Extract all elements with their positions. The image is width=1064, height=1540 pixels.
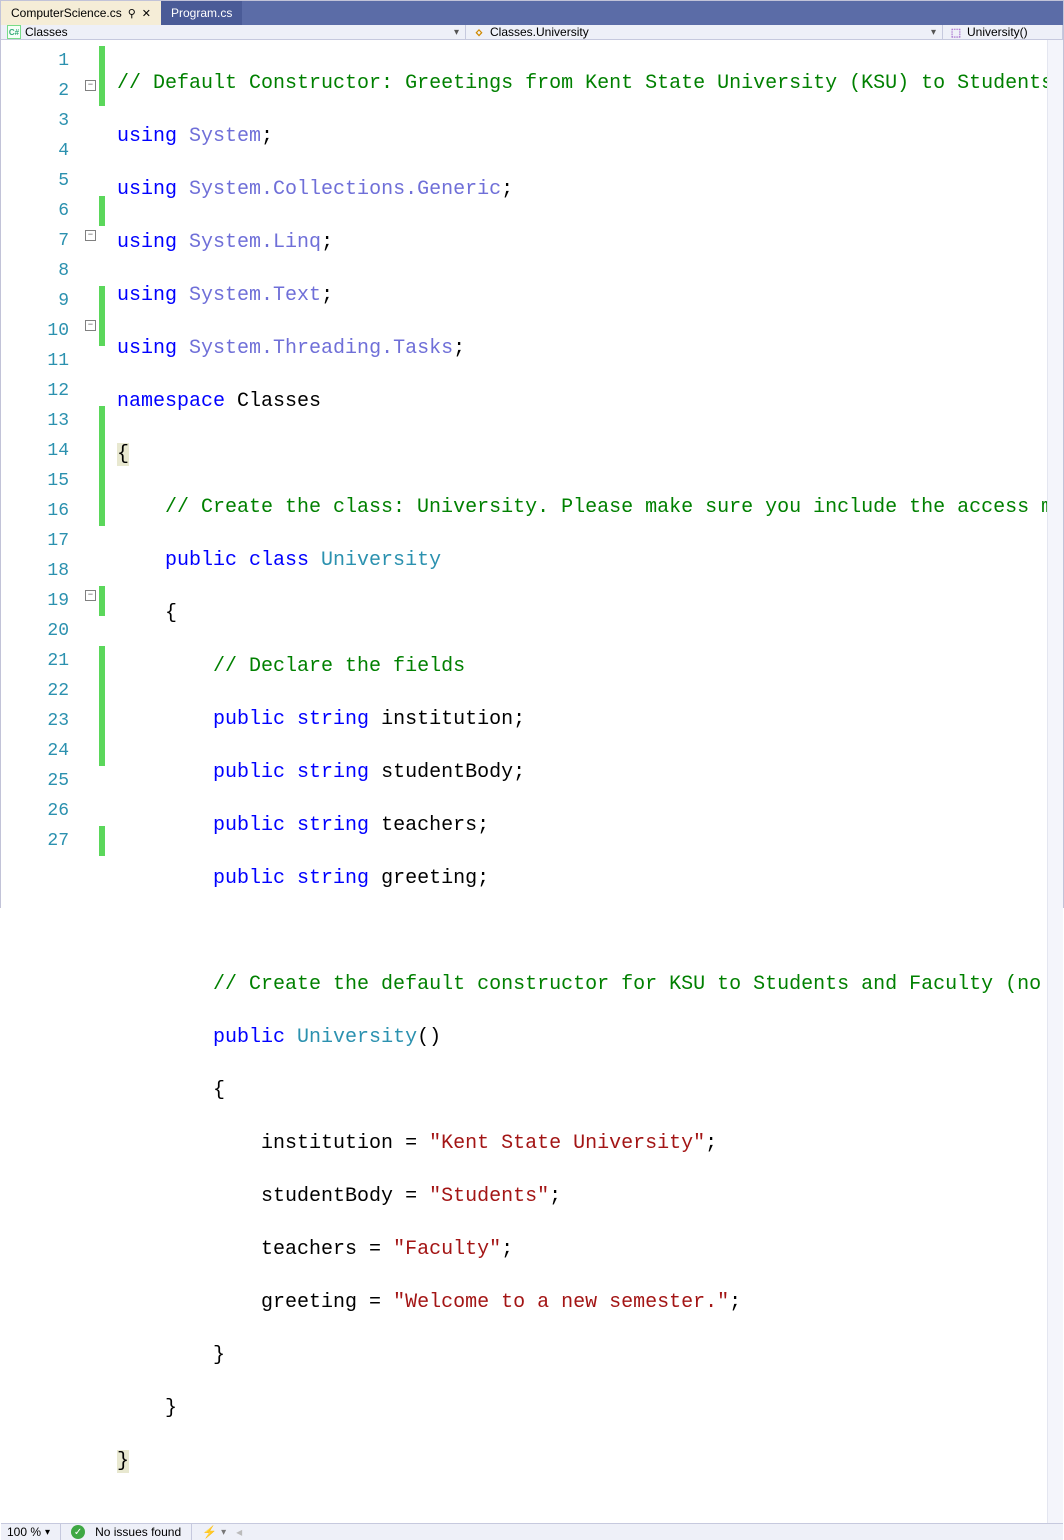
nav-member-label: University() — [967, 25, 1028, 39]
ok-icon: ✓ — [71, 1525, 85, 1539]
csharp-icon: C# — [7, 25, 21, 39]
tab-inactive[interactable]: Program.cs — [161, 1, 242, 25]
chevron-down-icon: ▾ — [45, 1527, 50, 1538]
error-nav[interactable]: ⚡ ▾ — [202, 1525, 226, 1539]
pin-icon[interactable]: ⚲ — [128, 7, 136, 20]
code-editor[interactable]: 123 456 789 101112 131415 161718 192021 … — [1, 40, 1047, 1523]
tab-active[interactable]: ComputerScience.cs ⚲ ✕ — [1, 1, 161, 25]
tab-label: Program.cs — [171, 6, 232, 20]
nav-arrow-icon[interactable]: ◂ — [236, 1525, 242, 1539]
line-number-gutter: 123 456 789 101112 131415 161718 192021 … — [1, 40, 83, 1523]
fold-gutter: − − − − — [83, 40, 99, 1523]
nav-project-dropdown[interactable]: C# Classes ▾ — [1, 25, 466, 39]
zoom-control[interactable]: 100 % ▾ — [7, 1525, 50, 1539]
fold-toggle[interactable]: − — [85, 590, 96, 601]
issues-label: No issues found — [95, 1525, 181, 1539]
tab-label: ComputerScience.cs — [11, 6, 122, 20]
zoom-label: 100 % — [7, 1525, 41, 1539]
nav-member-dropdown[interactable]: ⬚ University() — [943, 25, 1063, 39]
lightning-icon: ⚡ — [202, 1525, 217, 1539]
scroll-map[interactable] — [1047, 40, 1063, 1523]
tab-bar: ComputerScience.cs ⚲ ✕ Program.cs — [1, 1, 1063, 25]
nav-project-label: Classes — [25, 25, 68, 39]
nav-scope-dropdown[interactable]: 🝔 Classes.University ▾ — [466, 25, 943, 39]
nav-scope-label: Classes.University — [490, 25, 589, 39]
fold-toggle[interactable]: − — [85, 80, 96, 91]
code-area[interactable]: // Default Constructor: Greetings from K… — [105, 40, 1047, 1523]
nav-bar: C# Classes ▾ 🝔 Classes.University ▾ ⬚ Un… — [1, 25, 1063, 40]
class-icon: 🝔 — [472, 25, 486, 39]
close-icon[interactable]: ✕ — [142, 7, 151, 20]
status-bar: 100 % ▾ ✓ No issues found ⚡ ▾ ◂ — [1, 1523, 1063, 1540]
chevron-down-icon: ▾ — [931, 27, 936, 38]
chevron-down-icon: ▾ — [221, 1527, 226, 1538]
chevron-down-icon: ▾ — [454, 27, 459, 38]
fold-toggle[interactable]: − — [85, 230, 96, 241]
editor-window: ComputerScience.cs ⚲ ✕ Program.cs C# Cla… — [0, 0, 1064, 908]
fold-toggle[interactable]: − — [85, 320, 96, 331]
method-icon: ⬚ — [949, 25, 963, 39]
